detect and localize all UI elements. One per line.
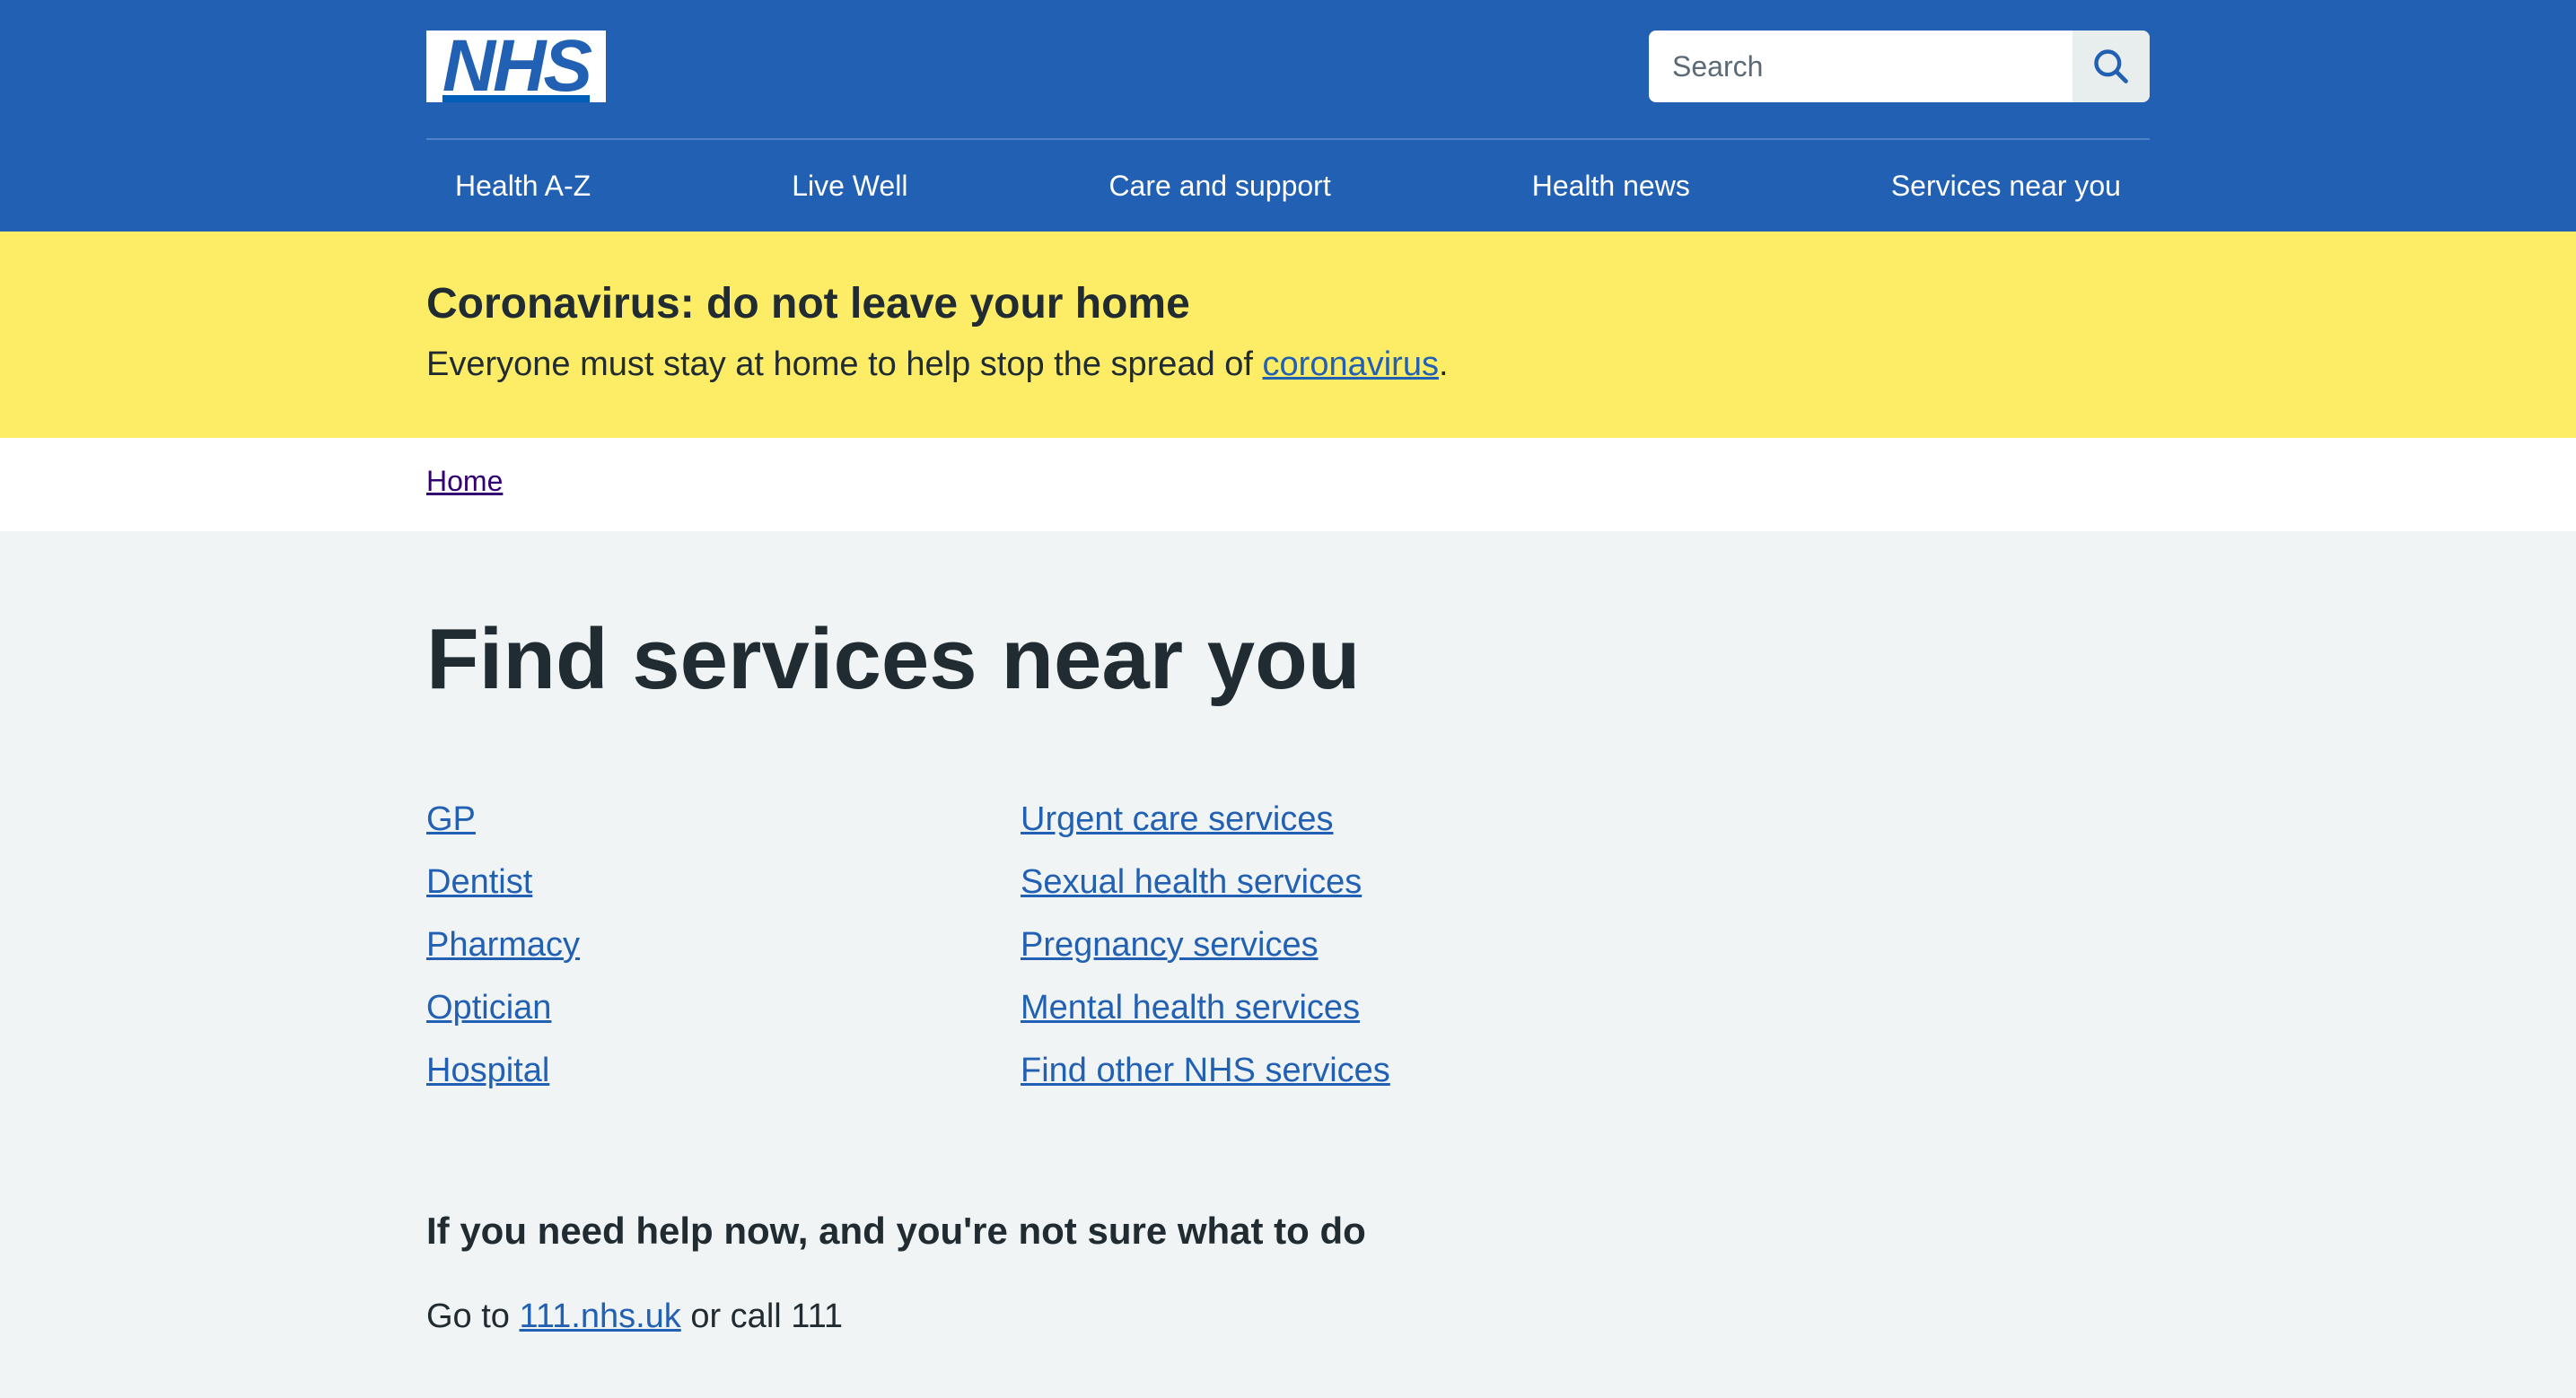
breadcrumb-home-link[interactable]: Home	[426, 465, 503, 498]
optician-link[interactable]: Optician	[426, 989, 551, 1027]
list-item: Hospital	[426, 1039, 1021, 1102]
list-item: Urgent care services	[1021, 788, 1390, 851]
list-item: Mental health services	[1021, 976, 1390, 1039]
primary-nav: Health A-Z Live Well Care and support He…	[426, 140, 2150, 232]
main-content: Find services near you GP Dentist Pharma…	[0, 531, 2576, 1336]
page-title: Find services near you	[426, 611, 1361, 707]
list-item: Dentist	[426, 851, 1021, 913]
hospital-link[interactable]: Hospital	[426, 1052, 549, 1089]
help-suffix: or call 111	[680, 1297, 844, 1335]
list-item: Sexual health services	[1021, 851, 1390, 913]
alert-text-suffix: .	[1438, 345, 1449, 383]
alert-text-prefix: Everyone must stay at home to help stop …	[426, 345, 1263, 383]
header-top: NHS	[426, 0, 2150, 138]
list-item: Pregnancy services	[1021, 913, 1390, 976]
list-item: GP	[426, 788, 1021, 851]
nav-services-near-you[interactable]: Services near you	[1891, 170, 2121, 203]
sexual-health-link[interactable]: Sexual health services	[1021, 863, 1362, 901]
nhs-logo[interactable]: NHS	[426, 25, 606, 107]
alert-title: Coronavirus: do not leave your home	[426, 280, 1190, 328]
help-heading: If you need help now, and you're not sur…	[426, 1209, 1366, 1252]
nhs-111-link[interactable]: 111.nhs.uk	[520, 1298, 681, 1335]
nav-health-news[interactable]: Health news	[1532, 170, 1690, 203]
search-form	[1649, 31, 2150, 102]
coronavirus-link[interactable]: coronavirus	[1263, 345, 1439, 383]
nav-care-and-support[interactable]: Care and support	[1108, 170, 1330, 203]
mental-health-link[interactable]: Mental health services	[1021, 989, 1360, 1027]
other-services-link[interactable]: Find other NHS services	[1021, 1052, 1390, 1089]
search-icon	[2094, 49, 2128, 83]
site-header: NHS Health A-Z Live Well Care and suppor…	[0, 0, 2576, 232]
list-item: Find other NHS services	[1021, 1039, 1390, 1102]
pharmacy-link[interactable]: Pharmacy	[426, 926, 580, 964]
nhs-logo-text: NHS	[442, 25, 592, 107]
nav-health-a-z[interactable]: Health A-Z	[455, 170, 591, 203]
nav-live-well[interactable]: Live Well	[792, 170, 907, 203]
urgent-care-link[interactable]: Urgent care services	[1021, 800, 1333, 838]
services-links: GP Dentist Pharmacy Optician Hospital Ur…	[426, 788, 2150, 1102]
help-prefix: Go to	[426, 1297, 520, 1335]
dentist-link[interactable]: Dentist	[426, 863, 532, 901]
coronavirus-alert: Coronavirus: do not leave your home Ever…	[0, 232, 2576, 438]
list-item: Optician	[426, 976, 1021, 1039]
services-list-right: Urgent care services Sexual health servi…	[1021, 788, 1390, 1102]
breadcrumb: Home	[0, 438, 2576, 531]
help-text: Go to 111.nhs.uk or call 111	[426, 1298, 2150, 1336]
pregnancy-link[interactable]: Pregnancy services	[1021, 926, 1319, 964]
services-list-left: GP Dentist Pharmacy Optician Hospital	[426, 788, 1021, 1102]
list-item: Pharmacy	[426, 913, 1021, 976]
alert-text: Everyone must stay at home to help stop …	[426, 343, 2150, 387]
search-input[interactable]	[1649, 31, 2072, 102]
search-button[interactable]	[2072, 31, 2150, 102]
gp-link[interactable]: GP	[426, 800, 476, 838]
